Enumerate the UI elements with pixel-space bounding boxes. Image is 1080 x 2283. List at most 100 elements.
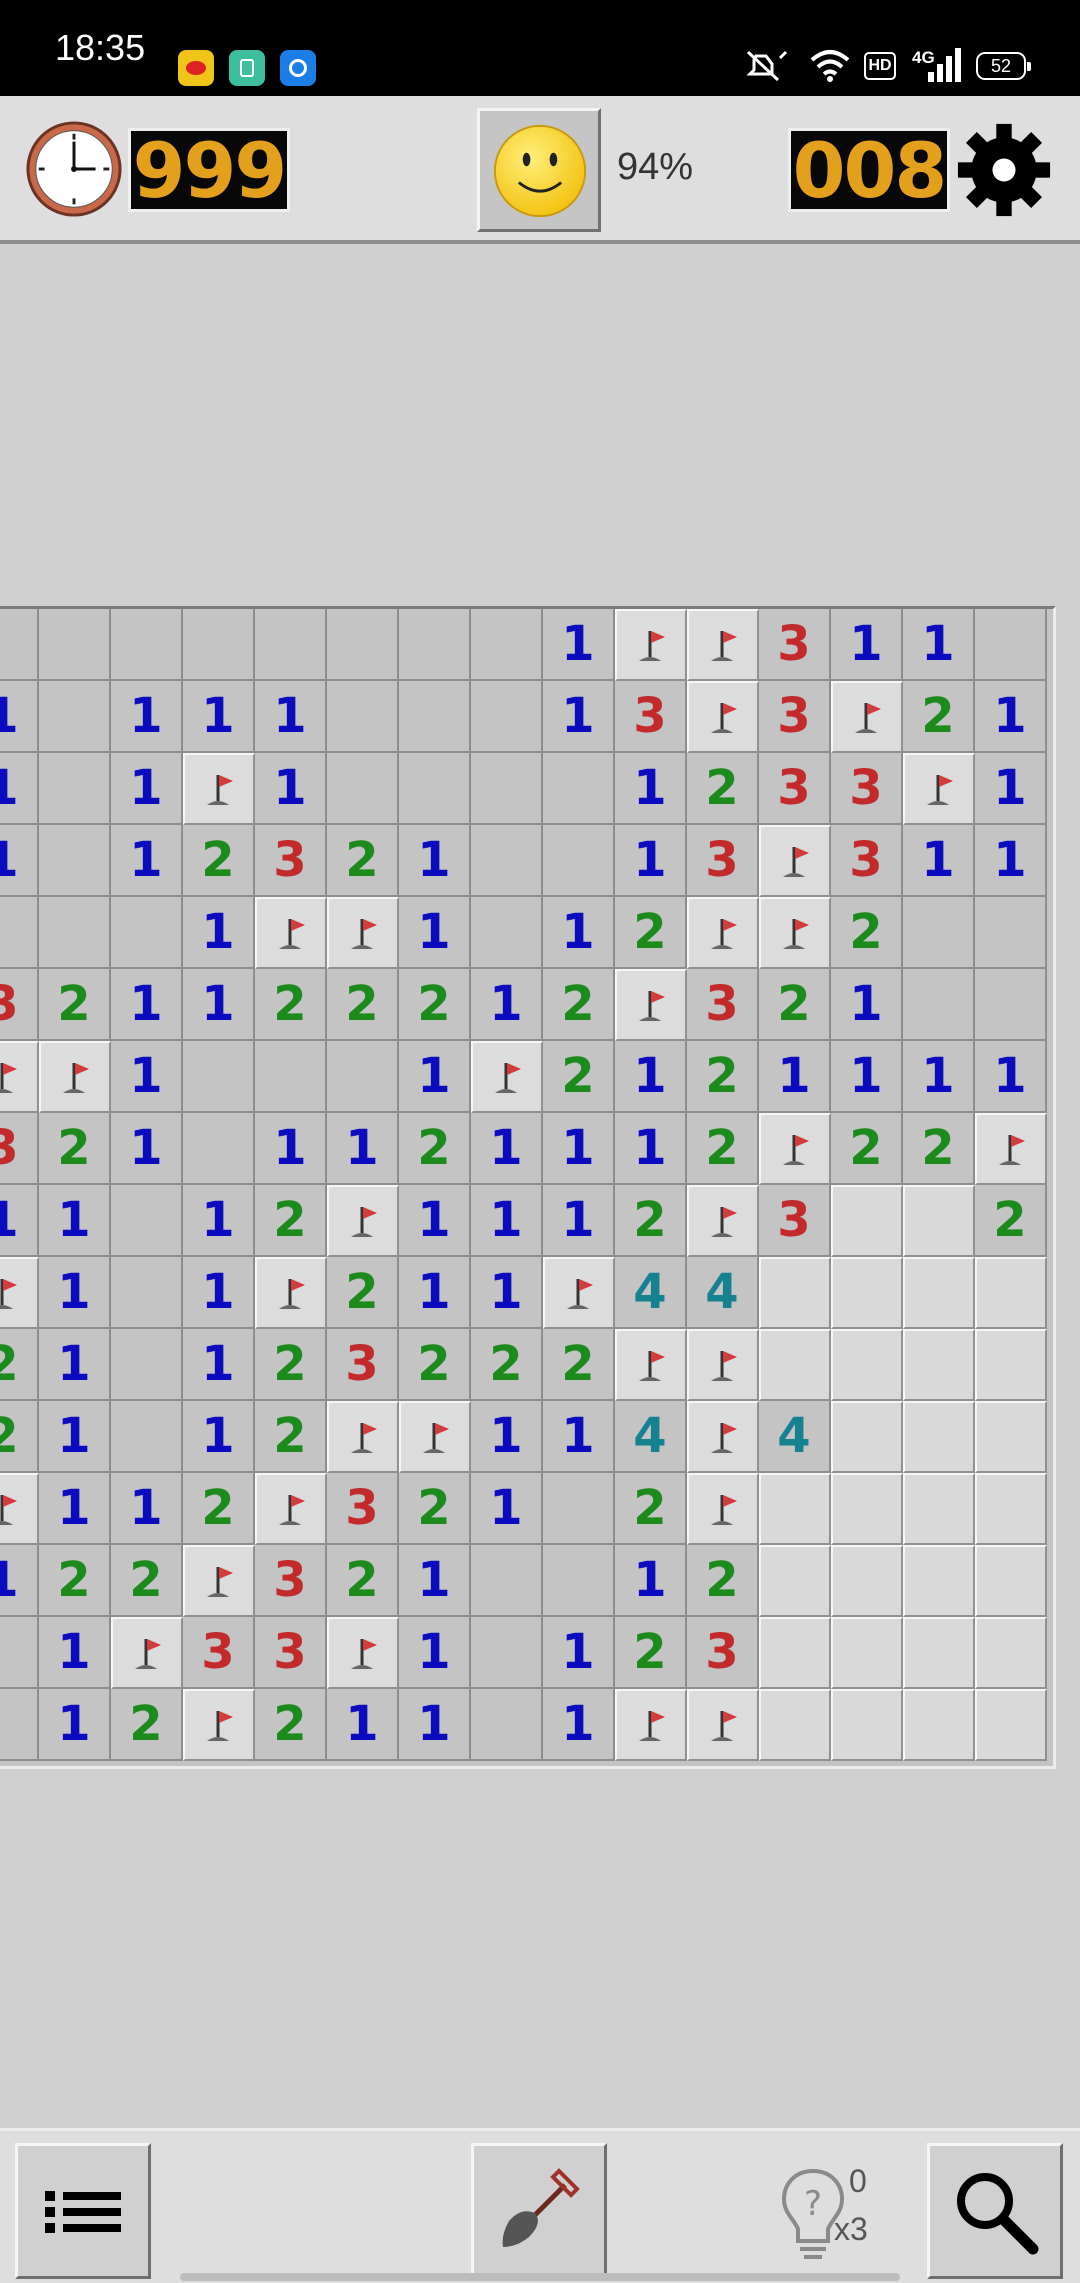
flag-cell[interactable] [615,609,687,681]
flag-cell[interactable] [543,1257,615,1329]
number-cell[interactable]: 1 [255,681,327,753]
unopened-cell[interactable] [759,1329,831,1401]
number-cell[interactable]: 1 [615,1041,687,1113]
minefield-board[interactable]: 1311111113321111123311123211331111122321… [0,606,1056,1769]
number-cell[interactable]: 2 [471,1329,543,1401]
flag-cell[interactable] [687,1689,759,1761]
flag-cell[interactable] [327,1617,399,1689]
empty-cell[interactable] [975,609,1047,681]
flag-cell[interactable] [471,1041,543,1113]
unopened-cell[interactable] [903,1617,975,1689]
empty-cell[interactable] [39,897,111,969]
number-cell[interactable]: 1 [39,1257,111,1329]
empty-cell[interactable] [399,609,471,681]
number-cell[interactable]: 1 [327,1113,399,1185]
flag-cell[interactable] [615,1689,687,1761]
number-cell[interactable]: 4 [759,1401,831,1473]
empty-cell[interactable] [975,969,1047,1041]
flag-cell[interactable] [687,1329,759,1401]
empty-cell[interactable] [111,1329,183,1401]
number-cell[interactable]: 2 [255,1401,327,1473]
number-cell[interactable]: 2 [399,1113,471,1185]
flag-cell[interactable] [687,1473,759,1545]
unopened-cell[interactable] [759,1689,831,1761]
number-cell[interactable]: 3 [255,825,327,897]
number-cell[interactable]: 1 [399,1689,471,1761]
unopened-cell[interactable] [903,1401,975,1473]
empty-cell[interactable] [183,1041,255,1113]
number-cell[interactable]: 1 [543,1689,615,1761]
number-cell[interactable]: 1 [111,1473,183,1545]
number-cell[interactable]: 3 [759,753,831,825]
number-cell[interactable]: 3 [687,969,759,1041]
zoom-button[interactable] [927,2143,1063,2279]
number-cell[interactable]: 1 [111,1041,183,1113]
empty-cell[interactable] [327,753,399,825]
empty-cell[interactable] [111,897,183,969]
number-cell[interactable]: 3 [327,1329,399,1401]
empty-cell[interactable] [327,1041,399,1113]
unopened-cell[interactable] [831,1617,903,1689]
number-cell[interactable]: 2 [903,681,975,753]
number-cell[interactable]: 1 [543,1185,615,1257]
empty-cell[interactable] [471,753,543,825]
flag-cell[interactable] [759,897,831,969]
empty-cell[interactable] [183,609,255,681]
unopened-cell[interactable] [831,1545,903,1617]
new-game-face-button[interactable] [477,108,601,232]
number-cell[interactable]: 1 [543,609,615,681]
number-cell[interactable]: 2 [183,825,255,897]
empty-cell[interactable] [471,897,543,969]
number-cell[interactable]: 1 [903,609,975,681]
empty-cell[interactable] [543,753,615,825]
unopened-cell[interactable] [759,1473,831,1545]
number-cell[interactable]: 2 [327,1257,399,1329]
number-cell[interactable]: 2 [39,969,111,1041]
number-cell[interactable]: 3 [615,681,687,753]
unopened-cell[interactable] [759,1545,831,1617]
empty-cell[interactable] [543,1545,615,1617]
unopened-cell[interactable] [975,1689,1047,1761]
flag-cell[interactable] [327,1185,399,1257]
number-cell[interactable]: 1 [39,1185,111,1257]
empty-cell[interactable] [0,1617,39,1689]
number-cell[interactable]: 1 [39,1329,111,1401]
number-cell[interactable]: 1 [903,1041,975,1113]
number-cell[interactable]: 1 [471,1401,543,1473]
number-cell[interactable]: 2 [615,897,687,969]
unopened-cell[interactable] [831,1401,903,1473]
empty-cell[interactable] [975,897,1047,969]
empty-cell[interactable] [327,609,399,681]
number-cell[interactable]: 1 [831,969,903,1041]
number-cell[interactable]: 1 [183,1185,255,1257]
empty-cell[interactable] [183,1113,255,1185]
number-cell[interactable]: 2 [831,897,903,969]
number-cell[interactable]: 1 [543,1401,615,1473]
flag-cell[interactable] [831,681,903,753]
number-cell[interactable]: 1 [183,1257,255,1329]
number-cell[interactable]: 2 [255,1185,327,1257]
unopened-cell[interactable] [975,1617,1047,1689]
flag-cell[interactable] [255,897,327,969]
number-cell[interactable]: 2 [687,1545,759,1617]
empty-cell[interactable] [903,897,975,969]
number-cell[interactable]: 2 [255,1689,327,1761]
number-cell[interactable]: 1 [183,969,255,1041]
unopened-cell[interactable] [903,1545,975,1617]
flag-cell[interactable] [255,1473,327,1545]
number-cell[interactable]: 3 [255,1545,327,1617]
number-cell[interactable]: 1 [471,1473,543,1545]
number-cell[interactable]: 3 [327,1473,399,1545]
flag-cell[interactable] [327,1401,399,1473]
number-cell[interactable]: 1 [975,1041,1047,1113]
unopened-cell[interactable] [903,1689,975,1761]
number-cell[interactable]: 1 [183,681,255,753]
number-cell[interactable]: 1 [975,681,1047,753]
number-cell[interactable]: 3 [255,1617,327,1689]
empty-cell[interactable] [471,609,543,681]
flag-cell[interactable] [399,1401,471,1473]
flag-cell[interactable] [39,1041,111,1113]
empty-cell[interactable] [903,969,975,1041]
number-cell[interactable]: 2 [0,1329,39,1401]
flag-cell[interactable] [687,681,759,753]
